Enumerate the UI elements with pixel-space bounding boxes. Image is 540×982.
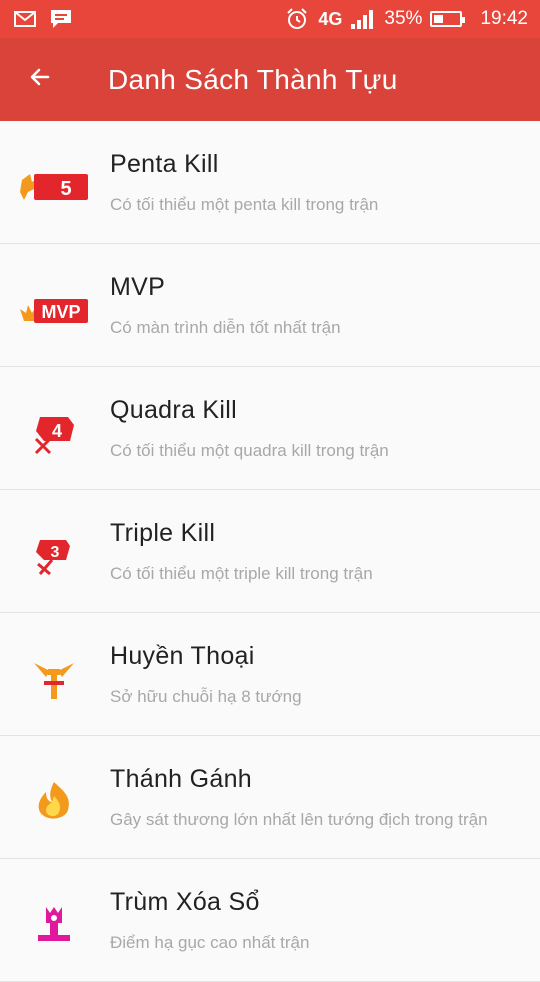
- achievement-description: Điểm hạ gục cao nhất trận: [110, 932, 310, 952]
- mvp-badge-icon: MVP: [8, 282, 100, 338]
- achievement-title: Triple Kill: [110, 519, 216, 547]
- achievement-title: Huyền Thoại: [110, 642, 255, 670]
- penta-kill-badge-number: 5: [60, 178, 71, 200]
- list-item[interactable]: Thánh Gánh Gây sát thương lớn nhất lên t…: [0, 736, 540, 859]
- quadra-kill-badge-icon: 4: [8, 405, 100, 461]
- achievement-title: Penta Kill: [110, 150, 219, 178]
- chat-icon: [48, 8, 74, 30]
- list-item[interactable]: Trùm Xóa Sổ Điểm hạ gục cao nhất trận: [0, 859, 540, 982]
- achievement-title: MVP: [110, 273, 166, 301]
- mvp-badge-text: MVP: [41, 302, 80, 322]
- battery-percent: 35%: [384, 8, 423, 29]
- achievement-title: Trùm Xóa Sổ: [110, 888, 260, 916]
- quadra-kill-badge-number: 4: [52, 421, 62, 441]
- status-right-icons: 4G 35% 19:42: [284, 8, 528, 30]
- list-item[interactable]: MVP MVP Có màn trình diễn tốt nhất trận: [0, 244, 540, 367]
- battery-fill: [434, 15, 444, 23]
- achievement-list: 5 Penta Kill Có tối thiểu một penta kill…: [0, 121, 540, 982]
- arrow-left-icon: [28, 65, 52, 94]
- mail-icon: [12, 8, 38, 30]
- achievement-title: Quadra Kill: [110, 396, 237, 424]
- achievement-description: Gây sát thương lớn nhất lên tướng địch t…: [110, 809, 488, 829]
- clock: 19:42: [480, 8, 528, 29]
- penta-kill-badge-icon: 5: [8, 159, 100, 215]
- app-bar: Danh Sách Thành Tựu: [0, 38, 540, 121]
- crown-badge-icon: [8, 897, 100, 953]
- list-item[interactable]: Huyền Thoại Sở hữu chuỗi hạ 8 tướng: [0, 613, 540, 736]
- status-left-icons: [12, 8, 74, 30]
- achievement-description: Có tối thiểu một quadra kill trong trận: [110, 440, 389, 460]
- page-title: Danh Sách Thành Tựu: [108, 63, 398, 95]
- achievement-description: Có tối thiểu một triple kill trong trận: [110, 563, 373, 583]
- achievement-title: Thánh Gánh: [110, 765, 252, 793]
- list-item[interactable]: 4 Quadra Kill Có tối thiểu một quadra ki…: [0, 367, 540, 490]
- fire-badge-icon: [8, 774, 100, 830]
- legendary-badge-icon: [8, 651, 100, 707]
- triple-kill-badge-icon: 3: [8, 528, 100, 584]
- status-bar: 4G 35% 19:42: [0, 0, 540, 38]
- alarm-icon: [284, 8, 310, 30]
- list-item[interactable]: 3 Triple Kill Có tối thiểu một triple ki…: [0, 490, 540, 613]
- achievement-description: Có màn trình diễn tốt nhất trận: [110, 317, 341, 337]
- battery-icon: [430, 11, 466, 27]
- achievement-description: Sở hữu chuỗi hạ 8 tướng: [110, 686, 302, 706]
- achievement-description: Có tối thiểu một penta kill trong trận: [110, 194, 379, 214]
- signal-icon: [350, 8, 376, 30]
- triple-kill-badge-number: 3: [51, 544, 60, 561]
- back-button[interactable]: [0, 38, 80, 121]
- network-type-label: 4G: [318, 9, 343, 29]
- list-item[interactable]: 5 Penta Kill Có tối thiểu một penta kill…: [0, 121, 540, 244]
